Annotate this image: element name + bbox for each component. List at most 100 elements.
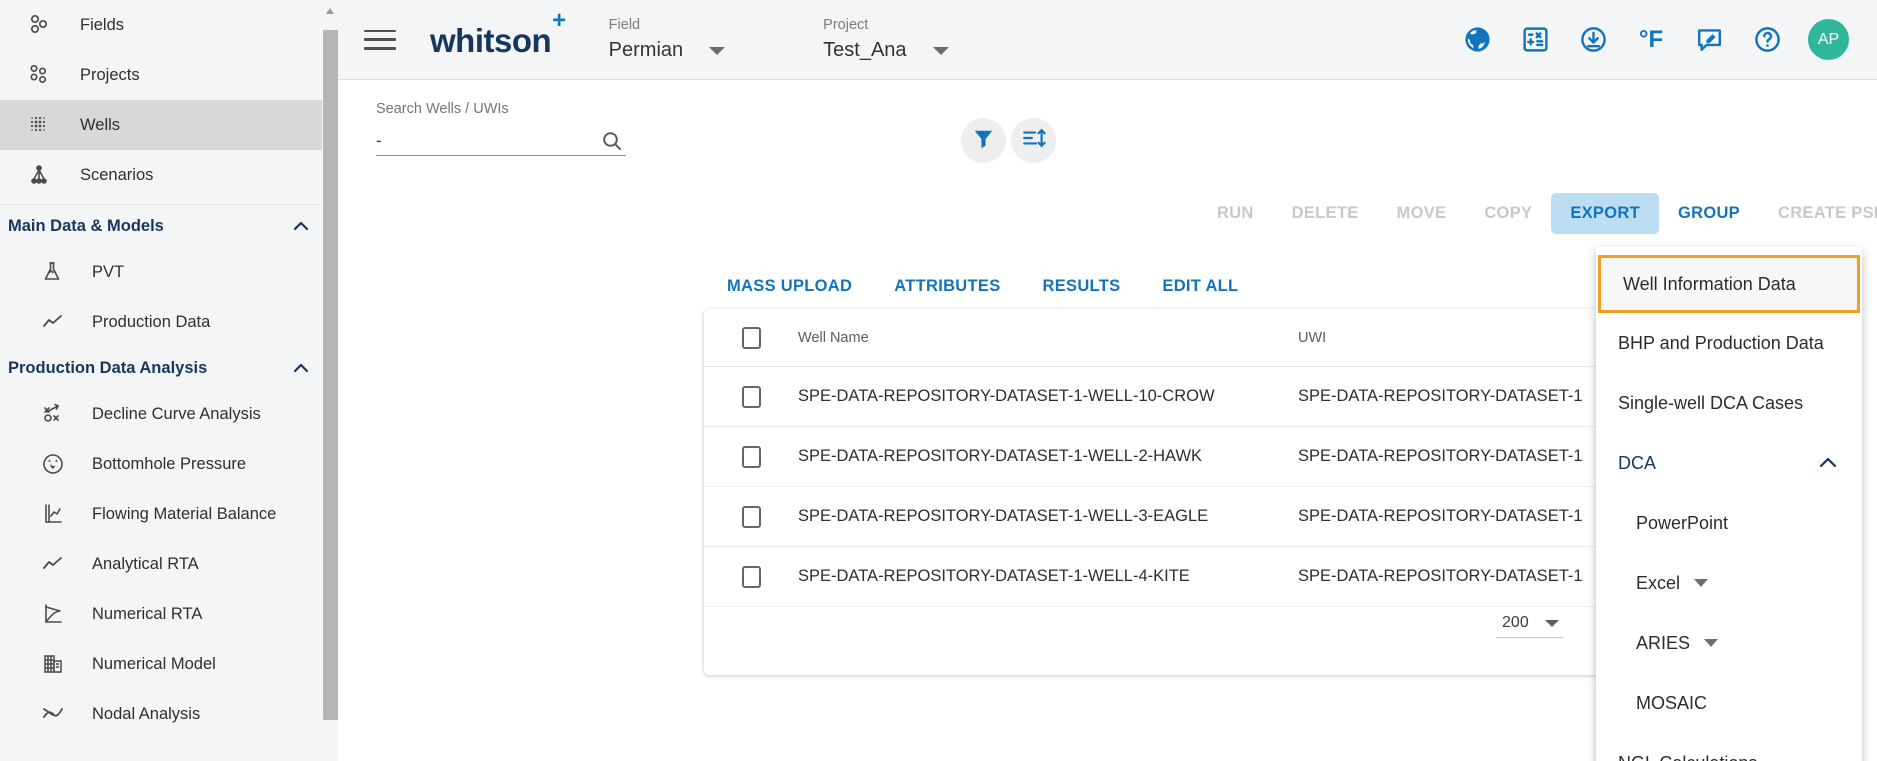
menu-item-ngl-calculations[interactable]: NGL Calculations xyxy=(1596,733,1862,761)
menu-icon[interactable] xyxy=(364,27,396,53)
sidebar-item-flowing-material-balance[interactable]: Flowing Material Balance xyxy=(0,489,338,539)
row-checkbox[interactable] xyxy=(741,565,761,588)
scroll-up-arrow-icon[interactable] xyxy=(325,2,335,14)
menu-item-aries[interactable]: ARIES xyxy=(1596,613,1862,673)
tab-mass-upload[interactable]: MASS UPLOAD xyxy=(706,269,873,304)
field-selector-value: Permian xyxy=(608,39,684,61)
row-select-cell[interactable] xyxy=(704,505,798,528)
sidebar-item-numerical-rta[interactable]: Numerical RTA xyxy=(0,589,338,639)
sidebar-section-production-data-analysis[interactable]: Production Data Analysis xyxy=(0,347,338,389)
sidebar-item-production-data[interactable]: Production Data xyxy=(0,297,338,347)
sidebar-item-scenarios[interactable]: Scenarios xyxy=(0,150,338,200)
search-icon[interactable] xyxy=(600,129,624,153)
sidebar-scrollbar-thumb[interactable] xyxy=(323,30,338,720)
sidebar-item-wells[interactable]: Wells xyxy=(0,100,338,150)
filter-icon xyxy=(971,126,996,156)
sidebar-item-nodal-analysis[interactable]: Nodal Analysis xyxy=(0,689,338,739)
field-selector-label: Field xyxy=(608,17,641,33)
group-button[interactable]: GROUP xyxy=(1659,193,1759,234)
create-pseudo-well-button[interactable]: CREATE PSEUDO WELL xyxy=(1759,193,1877,234)
sidebar-item-fields[interactable]: Fields xyxy=(0,0,338,50)
cell-well-name: SPE-DATA-REPOSITORY-DATASET-1-WELL-2-HAW… xyxy=(798,447,1203,465)
sidebar-item-label: Projects xyxy=(80,65,140,84)
tab-results[interactable]: RESULTS xyxy=(1022,269,1142,304)
select-all-cell[interactable] xyxy=(704,326,798,349)
avatar[interactable]: AP xyxy=(1808,19,1849,60)
export-button[interactable]: EXPORT xyxy=(1551,193,1659,234)
run-button[interactable]: RUN xyxy=(1198,193,1273,234)
wells-icon xyxy=(22,110,56,140)
menu-item-excel[interactable]: Excel xyxy=(1596,553,1862,613)
rows-per-page-select[interactable]: 200 xyxy=(1496,612,1563,638)
menu-item-well-information-data[interactable]: Well Information Data xyxy=(1598,255,1860,313)
app-root: Fields Projects Wells Scenarios Main Dat… xyxy=(0,0,1877,761)
menu-item-powerpoint[interactable]: PowerPoint xyxy=(1596,493,1862,553)
sidebar-item-label: Fields xyxy=(80,15,125,34)
sidebar-item-label: Decline Curve Analysis xyxy=(92,404,261,423)
line-chart-icon xyxy=(36,307,70,337)
search-wells-field[interactable]: Search Wells / UWIs - xyxy=(376,101,626,156)
sidebar-item-pvt[interactable]: PVT xyxy=(0,247,338,297)
scenarios-icon xyxy=(22,160,56,190)
export-dropdown-menu: Well Information Data BHP and Production… xyxy=(1596,247,1862,761)
row-select-cell[interactable] xyxy=(704,445,798,468)
project-selector[interactable]: Project Test_Ana xyxy=(823,17,949,62)
chevron-down-icon[interactable] xyxy=(932,46,949,55)
sidebar-item-label: PVT xyxy=(92,262,125,281)
menu-item-bhp-and-production-data[interactable]: BHP and Production Data xyxy=(1596,313,1862,373)
chevron-up-icon xyxy=(290,215,312,237)
gauge-icon xyxy=(36,449,70,479)
search-input[interactable]: - xyxy=(376,131,600,151)
sort-button[interactable] xyxy=(1011,118,1056,163)
decline-curve-icon xyxy=(36,399,70,429)
copy-button[interactable]: COPY xyxy=(1465,193,1551,234)
download-icon[interactable] xyxy=(1576,23,1610,57)
project-selector-label: Project xyxy=(823,17,869,33)
calculator-icon[interactable] xyxy=(1518,23,1552,57)
sidebar-item-numerical-model[interactable]: Numerical Model xyxy=(0,639,338,689)
delete-button[interactable]: DELETE xyxy=(1273,193,1378,234)
sidebar-item-bottomhole-pressure[interactable]: Bottomhole Pressure xyxy=(0,439,338,489)
flask-icon xyxy=(36,257,70,287)
logo-text: whitson xyxy=(430,22,552,59)
move-button[interactable]: MOVE xyxy=(1378,193,1466,234)
sidebar-item-label: Analytical RTA xyxy=(92,554,199,573)
cell-well-name: SPE-DATA-REPOSITORY-DATASET-1-WELL-4-KIT… xyxy=(798,567,1190,585)
sidebar-item-label: Wells xyxy=(80,115,121,134)
menu-item-dca[interactable]: DCA xyxy=(1596,433,1862,493)
tab-attributes[interactable]: ATTRIBUTES xyxy=(873,269,1021,304)
sidebar-section-main-data-models[interactable]: Main Data & Models xyxy=(0,205,338,247)
sidebar-item-label: Nodal Analysis xyxy=(92,704,201,723)
bar-chart-icon xyxy=(36,499,70,529)
menu-item-single-well-dca-cases[interactable]: Single-well DCA Cases xyxy=(1596,373,1862,433)
sort-icon xyxy=(1021,125,1047,156)
row-select-cell[interactable] xyxy=(704,385,798,408)
sidebar-item-label: Numerical RTA xyxy=(92,604,203,623)
top-header-bar: whitson+ Field Permian Project Test_Ana xyxy=(338,0,1877,80)
feedback-icon[interactable] xyxy=(1692,23,1726,57)
field-selector[interactable]: Field Permian xyxy=(608,17,726,62)
header-icon-group: °F AP xyxy=(1460,19,1849,60)
globe-icon[interactable] xyxy=(1460,23,1494,57)
menu-item-mosaic[interactable]: MOSAIC xyxy=(1596,673,1862,733)
row-select-cell[interactable] xyxy=(704,565,798,588)
column-header-well-name[interactable]: Well Name xyxy=(798,330,1298,346)
row-checkbox[interactable] xyxy=(741,505,761,528)
filter-button[interactable] xyxy=(961,118,1006,163)
sidebar-item-analytical-rta[interactable]: Analytical RTA xyxy=(0,539,338,589)
sidebar-item-decline-curve-analysis[interactable]: Decline Curve Analysis xyxy=(0,389,338,439)
line-chart-icon xyxy=(36,549,70,579)
chevron-down-icon[interactable] xyxy=(709,46,726,55)
row-checkbox[interactable] xyxy=(741,445,761,468)
sidebar-item-projects[interactable]: Projects xyxy=(0,50,338,100)
sidebar: Fields Projects Wells Scenarios Main Dat… xyxy=(0,0,338,761)
grid-model-icon xyxy=(36,649,70,679)
tab-edit-all[interactable]: EDIT ALL xyxy=(1141,269,1259,304)
temperature-fahrenheit-icon[interactable]: °F xyxy=(1634,23,1668,57)
cell-well-name: SPE-DATA-REPOSITORY-DATASET-1-WELL-3-EAG… xyxy=(798,507,1209,525)
sidebar-item-label: Numerical Model xyxy=(92,654,216,673)
help-icon[interactable] xyxy=(1750,23,1784,57)
row-checkbox[interactable] xyxy=(741,385,761,408)
main-content: Search Wells / UWIs - RUN DELETE MOVE CO… xyxy=(338,81,1877,761)
select-all-checkbox[interactable] xyxy=(741,326,761,349)
